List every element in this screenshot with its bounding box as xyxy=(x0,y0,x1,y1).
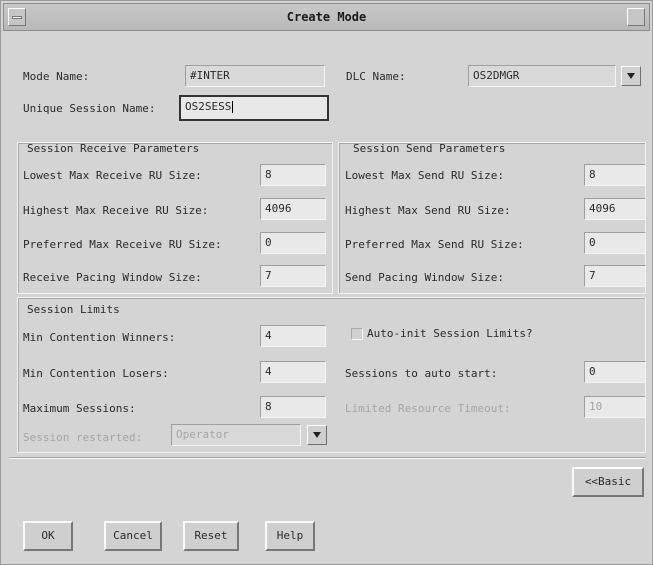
min-contention-winners-label: Min Contention Winners: xyxy=(23,331,176,344)
highest-max-receive-label: Highest Max Receive RU Size: xyxy=(23,204,209,217)
divider xyxy=(9,457,646,459)
dlc-name-label: DLC Name: xyxy=(346,70,406,83)
preferred-max-receive-label: Preferred Max Receive RU Size: xyxy=(23,238,222,251)
auto-init-checkbox[interactable] xyxy=(351,328,363,340)
limited-timeout-label: Limited Resource Timeout: xyxy=(345,402,511,415)
help-button[interactable]: Help xyxy=(265,521,315,551)
unique-session-value: OS2SESS xyxy=(185,100,232,113)
lowest-max-receive-field[interactable]: 8 xyxy=(260,164,326,186)
highest-max-send-label: Highest Max Send RU Size: xyxy=(345,204,511,217)
maximum-sessions-label: Maximum Sessions: xyxy=(23,402,136,415)
session-restarted-dropdown[interactable] xyxy=(307,425,327,445)
dlc-name-dropdown[interactable] xyxy=(621,66,641,86)
unique-session-label: Unique Session Name: xyxy=(23,102,156,115)
session-restarted-field[interactable]: Operator xyxy=(171,424,301,446)
mode-name-field[interactable]: #INTER xyxy=(185,65,325,87)
lowest-max-send-field[interactable]: 8 xyxy=(584,164,646,186)
receive-pacing-label: Receive Pacing Window Size: xyxy=(23,271,202,284)
min-contention-losers-field[interactable]: 4 xyxy=(260,361,326,383)
min-contention-losers-label: Min Contention Losers: xyxy=(23,367,169,380)
maximize-icon[interactable] xyxy=(627,8,645,26)
sessions-auto-start-label: Sessions to auto start: xyxy=(345,367,498,380)
basic-button[interactable]: <<Basic xyxy=(572,467,644,497)
highest-max-receive-field[interactable]: 4096 xyxy=(260,198,326,220)
text-caret xyxy=(232,101,234,113)
dlc-name-field[interactable]: OS2DMGR xyxy=(468,65,616,87)
highest-max-send-field[interactable]: 4096 xyxy=(584,198,646,220)
sessions-auto-start-field[interactable]: 0 xyxy=(584,361,646,383)
window-title: Create Mode xyxy=(286,10,367,24)
send-pacing-field[interactable]: 7 xyxy=(584,265,646,287)
session-restarted-label: Session restarted: xyxy=(23,431,143,444)
min-contention-winners-field[interactable]: 4 xyxy=(260,325,326,347)
session-limits-heading: Session Limits xyxy=(27,303,120,316)
receive-params-heading: Session Receive Parameters xyxy=(27,142,200,155)
cancel-button[interactable]: Cancel xyxy=(104,521,162,551)
lowest-max-send-label: Lowest Max Send RU Size: xyxy=(345,169,504,182)
limited-timeout-field[interactable]: 10 xyxy=(584,396,646,418)
send-pacing-label: Send Pacing Window Size: xyxy=(345,271,504,284)
mode-name-label: Mode Name: xyxy=(23,70,90,83)
auto-init-label: Auto-init Session Limits? xyxy=(367,327,533,340)
create-mode-dialog: Create Mode Mode Name: #INTER DLC Name: … xyxy=(0,0,653,565)
lowest-max-receive-label: Lowest Max Receive RU Size: xyxy=(23,169,202,182)
preferred-max-send-label: Preferred Max Send RU Size: xyxy=(345,238,524,251)
title-bar[interactable]: Create Mode xyxy=(3,3,650,31)
preferred-max-receive-field[interactable]: 0 xyxy=(260,232,326,254)
receive-pacing-field[interactable]: 7 xyxy=(260,265,326,287)
dropdown-arrow-icon xyxy=(313,432,321,438)
send-params-heading: Session Send Parameters xyxy=(353,142,506,155)
ok-button[interactable]: OK xyxy=(23,521,73,551)
preferred-max-send-field[interactable]: 0 xyxy=(584,232,646,254)
dropdown-arrow-icon xyxy=(627,73,635,79)
maximum-sessions-field[interactable]: 8 xyxy=(260,396,326,418)
unique-session-field[interactable]: OS2SESS xyxy=(179,95,329,121)
reset-button[interactable]: Reset xyxy=(183,521,239,551)
